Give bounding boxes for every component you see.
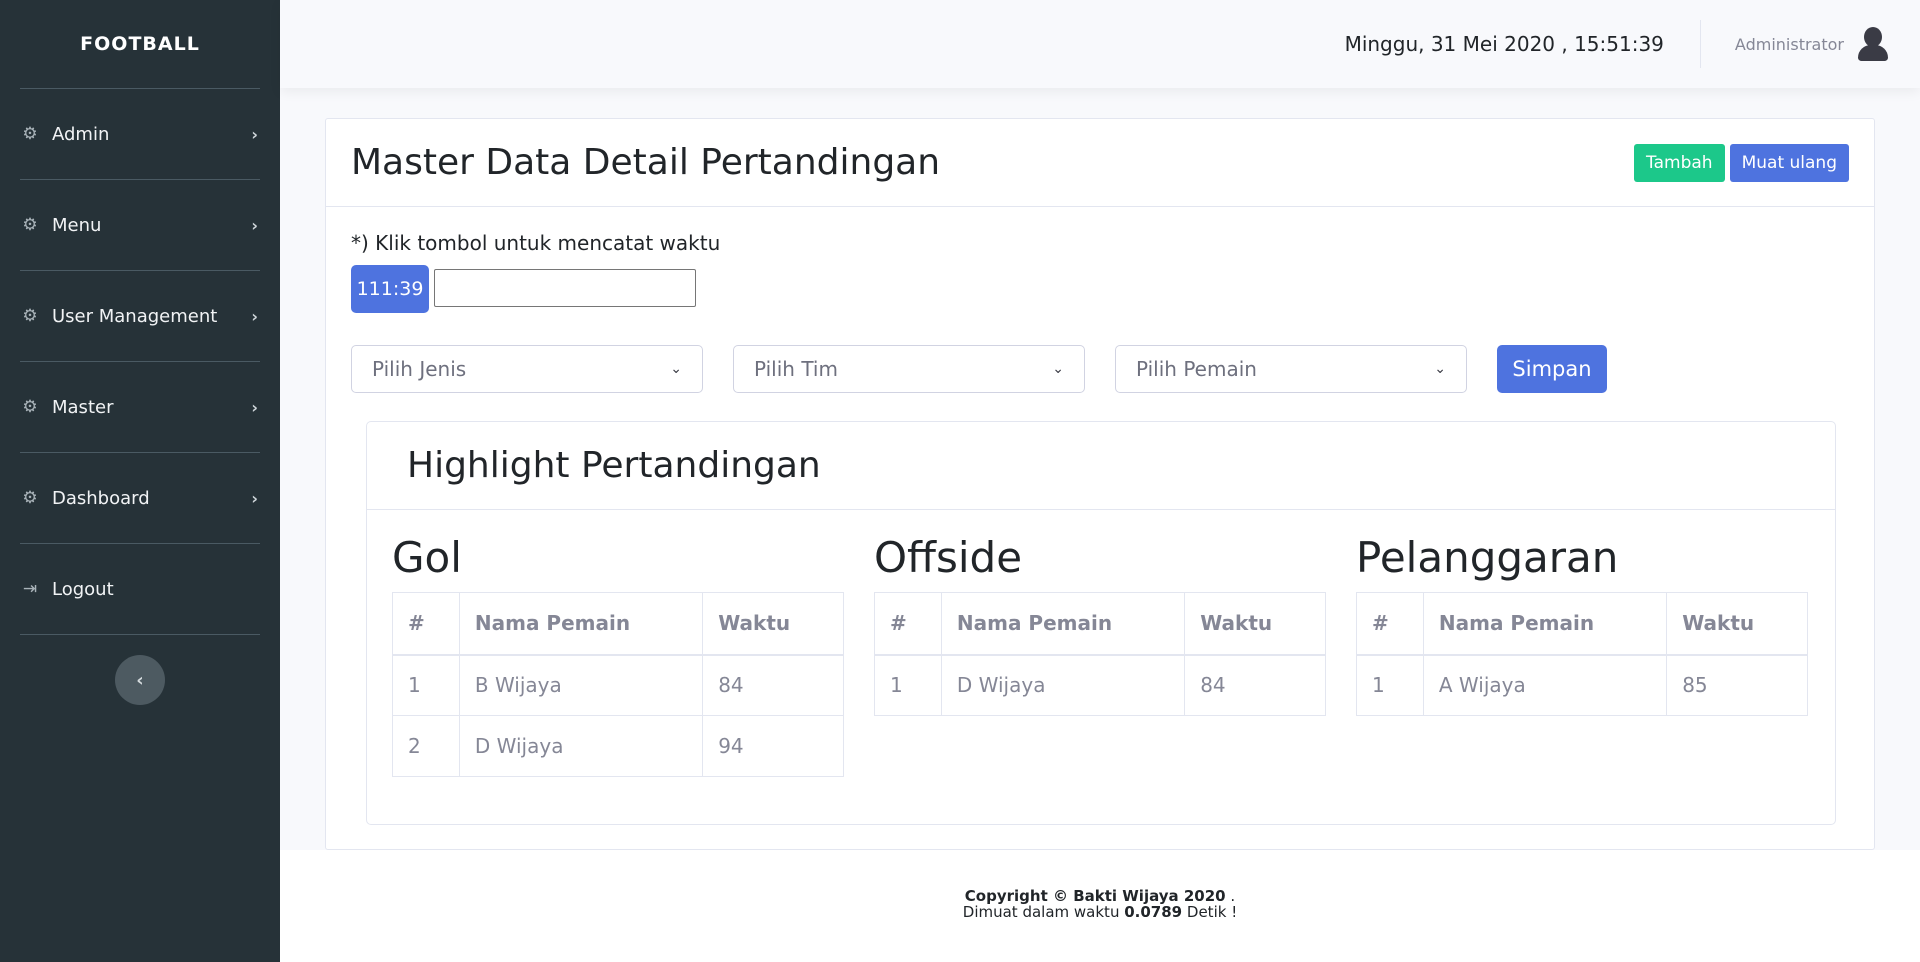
sidebar-item-label: Menu <box>52 214 102 236</box>
page-title: Master Data Detail Pertandingan <box>351 142 941 183</box>
copyright-line: Copyright © Bakti Wijaya 2020 . <box>280 888 1920 904</box>
topbar-divider <box>1699 20 1701 68</box>
brand-logo[interactable]: FOOTBALL <box>0 0 280 88</box>
offside-title: Offside <box>874 533 1023 582</box>
column-header: Waktu <box>1184 592 1326 656</box>
team-select[interactable]: Pilih Tim ⌄ <box>733 345 1085 393</box>
load-time-prefix: Dimuat dalam waktu <box>962 903 1120 921</box>
user-name[interactable]: Administrator <box>1735 35 1844 54</box>
offside-section: Offside # Nama Pemain Waktu 1 D Wijaya 8… <box>874 532 1326 716</box>
sidebar-item-admin[interactable]: ⚙ Admin › <box>0 89 280 179</box>
main-card: Master Data Detail Pertandingan Tambah M… <box>325 118 1875 850</box>
column-header: Nama Pemain <box>458 592 704 656</box>
chevron-right-icon: › <box>251 124 258 144</box>
player-name: B Wijaya <box>458 654 704 716</box>
column-header: Waktu <box>702 592 844 656</box>
sidebar-item-label: Master <box>52 396 114 418</box>
column-header: # <box>1356 592 1424 656</box>
highlight-title: Highlight Pertandingan <box>367 422 1835 510</box>
sidebar-item-dashboard[interactable]: ⚙ Dashboard › <box>0 453 280 543</box>
team-select-value: Pilih Tim <box>754 357 838 381</box>
player-name: A Wijaya <box>1422 654 1668 716</box>
foul-table: # Nama Pemain Waktu 1 A Wijaya 85 <box>1356 592 1808 716</box>
gear-icon: ⚙ <box>22 215 38 235</box>
goal-title: Gol <box>392 533 462 582</box>
chevron-left-icon: ‹ <box>136 669 144 691</box>
gear-icon: ⚙ <box>22 397 38 417</box>
sidebar-item-label: Admin <box>52 123 110 145</box>
type-select-value: Pilih Jenis <box>372 357 467 381</box>
goal-table: # Nama Pemain Waktu 1 B Wijaya 84 2 D Wi… <box>392 592 844 777</box>
column-header: Nama Pemain <box>1422 592 1668 656</box>
sidebar-item-label: Dashboard <box>52 487 150 509</box>
table-header-row: # Nama Pemain Waktu <box>392 592 844 656</box>
time-input[interactable] <box>434 269 696 307</box>
gear-icon: ⚙ <box>22 488 38 508</box>
row-number: 1 <box>874 654 942 716</box>
sidebar-item-user-management[interactable]: ⚙ User Management › <box>0 271 280 361</box>
load-time-line: Dimuat dalam waktu 0.0789 Detik ! <box>280 904 1920 920</box>
sidebar-item-label: User Management <box>52 305 218 327</box>
add-button[interactable]: Tambah <box>1634 143 1725 182</box>
foul-section: Pelanggaran # Nama Pemain Waktu 1 A Wija… <box>1356 532 1808 716</box>
avatar[interactable] <box>1856 27 1890 61</box>
goal-section: Gol # Nama Pemain Waktu 1 B Wijaya 84 2 … <box>392 532 844 777</box>
table-row: 1 B Wijaya 84 <box>392 654 844 716</box>
highlight-card: Highlight Pertandingan Gol # Nama Pemain… <box>366 421 1836 825</box>
event-time: 85 <box>1666 654 1808 716</box>
offside-table: # Nama Pemain Waktu 1 D Wijaya 84 <box>874 592 1326 716</box>
load-time-suffix: Detik ! <box>1186 903 1238 921</box>
user-icon <box>1864 27 1882 47</box>
table-row: 1 A Wijaya 85 <box>1356 654 1808 716</box>
timer-hint: *) Klik tombol untuk mencatat waktu <box>351 231 721 255</box>
current-datetime: Minggu, 31 Mei 2020 , 15:51:39 <box>1344 32 1664 56</box>
footer: Copyright © Bakti Wijaya 2020 . Dimuat d… <box>280 850 1920 962</box>
topbar: Minggu, 31 Mei 2020 , 15:51:39 Administr… <box>280 0 1920 88</box>
sidebar-item-logout[interactable]: ⇥ Logout <box>0 544 280 634</box>
sidebar-divider <box>20 634 260 635</box>
sidebar: FOOTBALL ⚙ Admin › ⚙ Menu › ⚙ User Manag… <box>0 0 280 962</box>
sidebar-item-menu[interactable]: ⚙ Menu › <box>0 180 280 270</box>
gear-icon: ⚙ <box>22 306 38 326</box>
column-header: Waktu <box>1666 592 1808 656</box>
chevron-right-icon: › <box>251 488 258 508</box>
reload-button[interactable]: Muat ulang <box>1729 143 1849 182</box>
column-header: # <box>874 592 942 656</box>
load-time-value: 0.0789 <box>1124 903 1183 921</box>
type-select[interactable]: Pilih Jenis ⌄ <box>351 345 703 393</box>
table-row: 1 D Wijaya 84 <box>874 654 1326 716</box>
table-header-row: # Nama Pemain Waktu <box>874 592 1326 656</box>
sidebar-item-label: Logout <box>52 578 114 600</box>
column-header: # <box>392 592 460 656</box>
column-header: Nama Pemain <box>940 592 1186 656</box>
sidebar-item-master[interactable]: ⚙ Master › <box>0 362 280 452</box>
sign-out-icon: ⇥ <box>22 579 38 599</box>
event-time: 84 <box>1184 654 1326 716</box>
player-select[interactable]: Pilih Pemain ⌄ <box>1115 345 1467 393</box>
avatar-body <box>1858 45 1888 61</box>
player-name: D Wijaya <box>458 715 704 777</box>
chevron-down-icon: ⌄ <box>670 361 682 377</box>
row-number: 1 <box>1356 654 1424 716</box>
chevron-right-icon: › <box>251 397 258 417</box>
player-select-value: Pilih Pemain <box>1136 357 1257 381</box>
foul-title: Pelanggaran <box>1356 533 1619 582</box>
row-number: 1 <box>392 654 460 716</box>
chevron-right-icon: › <box>251 215 258 235</box>
event-time: 84 <box>702 654 844 716</box>
chevron-down-icon: ⌄ <box>1052 361 1064 377</box>
chevron-down-icon: ⌄ <box>1434 361 1446 377</box>
sidebar-toggle-button[interactable]: ‹ <box>115 655 165 705</box>
save-button[interactable]: Simpan <box>1497 345 1607 393</box>
event-time: 94 <box>702 715 844 777</box>
timer-button[interactable]: 111:39 <box>351 265 429 313</box>
row-number: 2 <box>392 715 460 777</box>
chevron-right-icon: › <box>251 306 258 326</box>
gear-icon: ⚙ <box>22 124 38 144</box>
card-header: Master Data Detail Pertandingan Tambah M… <box>326 119 1874 207</box>
table-row: 2 D Wijaya 94 <box>392 715 844 777</box>
table-header-row: # Nama Pemain Waktu <box>1356 592 1808 656</box>
player-name: D Wijaya <box>940 654 1186 716</box>
